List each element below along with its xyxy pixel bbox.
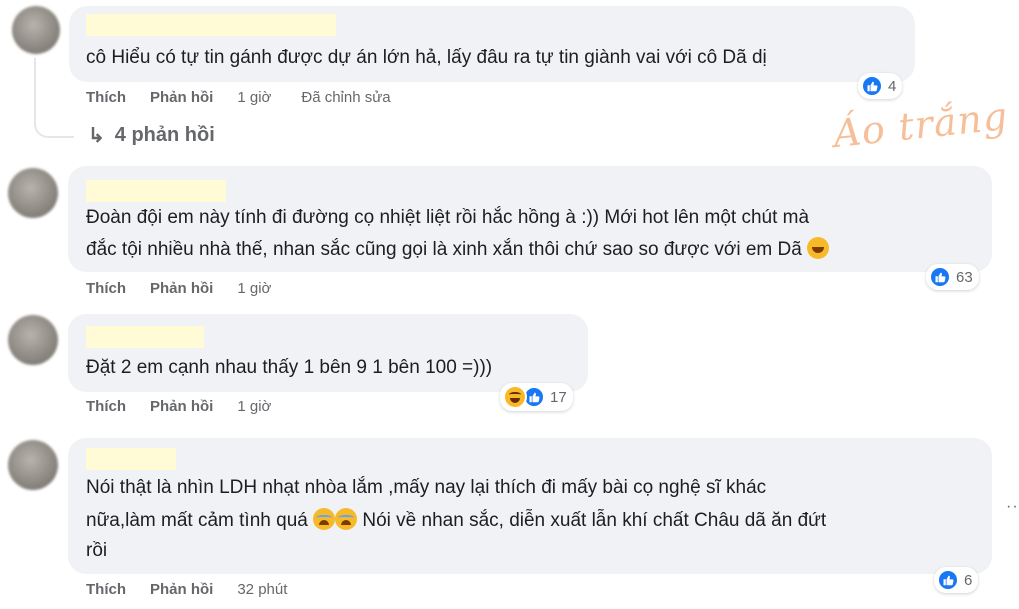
comment-timestamp[interactable]: 1 giờ: [237, 398, 271, 415]
comment-actions: Thích Phản hồi 1 giờ Đã chỉnh sửa: [86, 89, 421, 106]
replies-label: 4 phản hồi: [114, 124, 215, 146]
comment-text-line-1: Đoàn đội em này tính đi đường cọ nhiệt l…: [86, 207, 810, 228]
comment-text: Đặt 2 em cạnh nhau thấy 1 bên 9 1 bên 10…: [86, 357, 493, 378]
view-replies-link[interactable]: ↳ 4 phản hồi: [88, 123, 215, 148]
comment-text-line-1: Nói thật là nhìn LDH nhạt nhòa lắm ,mấy …: [86, 477, 767, 498]
avatar[interactable]: [8, 440, 58, 490]
like-button[interactable]: Thích: [86, 89, 126, 106]
comment-actions: Thích Phản hồi 1 giờ: [86, 398, 301, 415]
reaction-count: 17: [550, 388, 567, 406]
like-button[interactable]: Thích: [86, 398, 126, 415]
commenter-name-redacted: [86, 448, 176, 470]
more-options-icon[interactable]: ··: [1006, 498, 1019, 516]
commenter-name-redacted: [86, 326, 204, 348]
reply-button[interactable]: Phản hồi: [150, 89, 213, 106]
like-button[interactable]: Thích: [86, 280, 126, 297]
comment-timestamp[interactable]: 1 giờ: [237, 280, 271, 297]
reply-arrow-icon: ↳: [88, 125, 105, 147]
comment-text-line-2: đắc tội nhiều nhà thế, nhan sắc cũng gọi…: [86, 234, 830, 266]
commenter-name-redacted: [86, 14, 336, 36]
reaction-summary[interactable]: 4: [858, 73, 903, 99]
comment-text-line-2: nữa,làm mất cảm tình quá Nói về nhan sắc…: [86, 508, 827, 531]
reaction-count: 6: [964, 571, 973, 589]
reply-button[interactable]: Phản hồi: [150, 280, 213, 297]
reply-thread-line: [34, 58, 74, 138]
reaction-count: 4: [888, 77, 897, 95]
avatar[interactable]: [12, 6, 60, 54]
crying-laugh-emoji-icon: [313, 508, 336, 530]
like-icon: [929, 266, 951, 288]
comment-text-line-3: rồi: [86, 540, 108, 561]
reply-button[interactable]: Phản hồi: [150, 398, 213, 415]
smile-emoji-icon: [807, 237, 830, 259]
edited-label: Đã chỉnh sửa: [301, 89, 391, 106]
avatar[interactable]: [8, 315, 58, 365]
like-button[interactable]: Thích: [86, 581, 126, 598]
comment-actions: Thích Phản hồi 32 phút: [86, 581, 317, 598]
haha-icon: [503, 385, 527, 409]
comment-actions: Thích Phản hồi 1 giờ: [86, 280, 301, 297]
reaction-count: 63: [956, 268, 973, 286]
reaction-summary[interactable]: 6: [934, 567, 979, 593]
like-icon: [861, 75, 883, 97]
comment-timestamp[interactable]: 32 phút: [237, 581, 287, 598]
crying-laugh-emoji-icon: [335, 508, 358, 530]
comment-text: cô Hiểu có tự tin gánh được dự án lớn hả…: [86, 47, 767, 68]
commenter-name-redacted: [86, 180, 226, 202]
reaction-summary[interactable]: 63: [926, 264, 979, 290]
reaction-summary[interactable]: 17: [500, 383, 573, 411]
like-icon: [937, 569, 959, 591]
watermark: Áo trắng: [831, 93, 1011, 157]
reply-button[interactable]: Phản hồi: [150, 581, 213, 598]
comment-timestamp[interactable]: 1 giờ: [237, 89, 271, 106]
avatar[interactable]: [8, 168, 58, 218]
